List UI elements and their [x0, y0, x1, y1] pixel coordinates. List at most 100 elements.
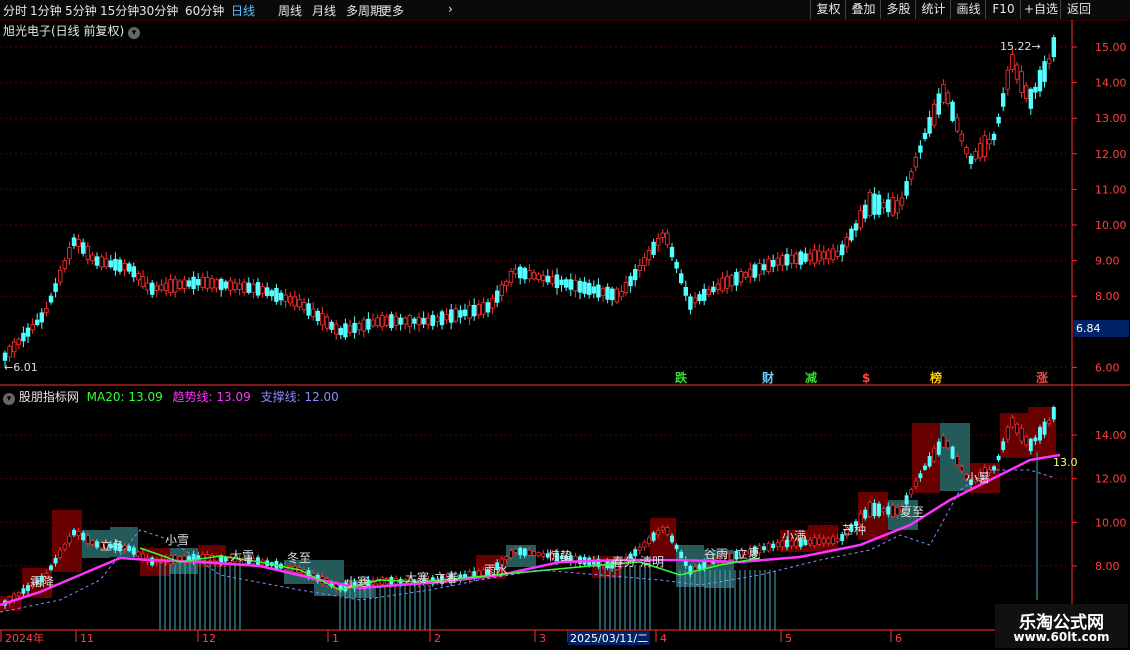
lower-candle-body	[1019, 427, 1024, 442]
lower-candle-body	[762, 546, 766, 551]
high-price-label: 15.22→	[1000, 40, 1041, 53]
event-marker: 减	[805, 370, 817, 385]
candle-body	[619, 291, 624, 298]
lower-candle-body	[85, 535, 90, 544]
candle-body	[481, 302, 486, 315]
solar-term-label: 小满	[782, 529, 806, 543]
lower-candle-body	[1047, 420, 1052, 424]
candle-body	[932, 103, 937, 126]
candle-body	[241, 281, 247, 293]
candle-body	[660, 232, 665, 238]
candle-body	[692, 297, 698, 304]
lower-candle-body	[835, 537, 840, 542]
lower-candle-body	[679, 551, 684, 559]
candle-body	[232, 282, 238, 290]
candle-body	[656, 237, 661, 246]
event-marker: 财	[761, 370, 774, 385]
candle-body	[145, 282, 150, 291]
lower-candle-body	[863, 509, 868, 519]
lower-candle-body	[831, 536, 835, 544]
lower-candle-body	[959, 466, 964, 472]
candle-body	[991, 133, 997, 141]
candle-body	[58, 269, 63, 283]
stock-title[interactable]: 旭光电子(日线 前复权) ▾	[3, 22, 141, 39]
candle-body	[711, 286, 716, 293]
candle-body	[978, 143, 983, 159]
candle-body	[274, 287, 279, 302]
lower-candle-body	[223, 556, 228, 562]
candle-body	[683, 286, 688, 296]
candle-body	[780, 255, 785, 266]
candle-body	[1037, 69, 1043, 92]
upper-price-label: 11.00	[1095, 183, 1127, 196]
candle-body	[766, 258, 771, 272]
lower-candle-body	[1028, 438, 1033, 452]
lower-candle-body	[890, 505, 895, 517]
lower-candle-body	[706, 561, 711, 566]
candle-body	[757, 263, 762, 276]
candle-body	[642, 257, 647, 266]
candle-body	[890, 197, 895, 216]
candle-body	[168, 279, 173, 294]
candle-body	[807, 253, 813, 261]
candle-body	[255, 282, 261, 296]
lower-candle-body	[702, 561, 707, 569]
candle-body	[44, 307, 49, 314]
candle-body	[324, 316, 330, 329]
candle-body	[104, 258, 109, 268]
lower-candle-body	[817, 537, 822, 545]
candle-body	[582, 281, 587, 294]
lower-candle-body	[1010, 417, 1015, 428]
candle-body	[205, 277, 210, 289]
candle-body	[725, 276, 730, 289]
candle-body	[876, 194, 882, 215]
candle-body	[531, 272, 537, 280]
candle-body	[384, 316, 389, 326]
lower-candle-body	[656, 530, 661, 536]
candle-body	[356, 323, 362, 331]
candle-body	[545, 275, 550, 283]
candle-body	[131, 266, 136, 278]
candle-body	[789, 254, 794, 264]
candle-body	[729, 274, 734, 287]
candle-body	[99, 256, 104, 268]
candle-body	[283, 294, 288, 302]
solar-term-label: 小寒	[345, 574, 369, 589]
upper-price-label: 13.00	[1095, 112, 1127, 125]
candle-body	[508, 270, 514, 283]
candle-body	[476, 303, 481, 316]
upper-price-label: 6.00	[1095, 361, 1120, 374]
dropdown-icon[interactable]: ▾	[128, 27, 141, 39]
candle-body	[872, 193, 877, 215]
upper-price-label: 9.00	[1095, 255, 1120, 268]
candle-body	[743, 272, 748, 278]
candle-body	[329, 321, 334, 330]
lower-candle-body	[62, 543, 67, 550]
indicator-name[interactable]: 股朋指标网	[19, 390, 79, 404]
solar-term-label: 小雪	[165, 533, 189, 547]
candle-body	[499, 284, 504, 296]
lower-candle-body	[522, 548, 527, 556]
event-marker: 跌	[675, 370, 688, 385]
candle-body	[439, 311, 445, 326]
candle-body	[462, 309, 468, 317]
candle-body	[7, 346, 12, 358]
candle-body	[784, 254, 790, 266]
lower-candle-body	[904, 495, 909, 505]
solar-term-label: 谷雨	[704, 547, 728, 561]
candle-body	[375, 317, 380, 327]
candle-body	[2, 352, 8, 361]
candle-body	[407, 315, 412, 328]
candle-body	[412, 318, 417, 324]
candle-body	[76, 239, 81, 247]
indicator-settings-icon[interactable]: ▾	[3, 393, 15, 405]
lower-candle-body	[693, 566, 697, 571]
current-price-box: 6.84	[1073, 320, 1129, 337]
lower-candle-body	[895, 507, 900, 516]
candle-body	[527, 270, 532, 280]
candle-body	[260, 286, 265, 294]
candle-body	[679, 273, 684, 284]
candle-body	[1042, 61, 1047, 82]
low-price-label: ←6.01	[4, 361, 38, 374]
candle-body	[996, 116, 1001, 124]
